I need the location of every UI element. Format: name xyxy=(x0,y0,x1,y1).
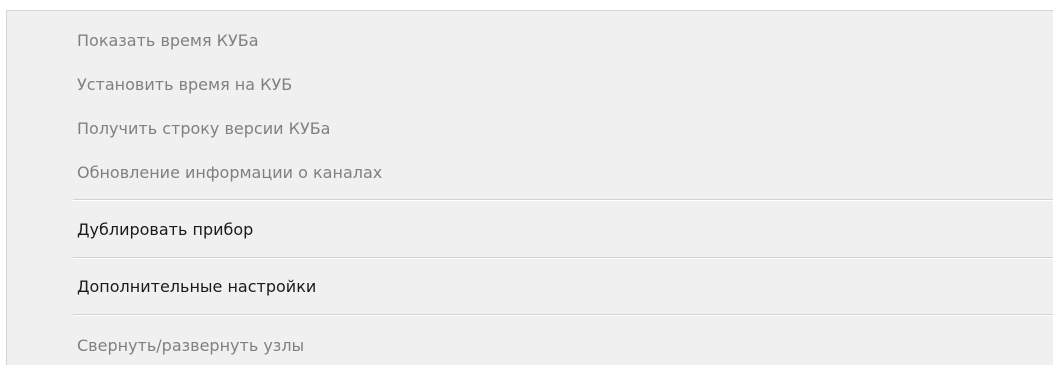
menu-item-set-cube-time[interactable]: Установить время на КУБ xyxy=(77,68,1053,102)
menu-separator xyxy=(73,257,1053,259)
menu-item-collapse-expand-nodes[interactable]: Свернуть/развернуть узлы xyxy=(77,329,1053,363)
menu-item-get-version-string[interactable]: Получить строку версии КУБа xyxy=(77,112,1053,146)
menu-item-show-cube-time[interactable]: Показать время КУБа xyxy=(77,24,1053,58)
context-menu: Показать время КУБа Установить время на … xyxy=(6,10,1053,365)
menu-separator xyxy=(73,314,1053,316)
menu-item-update-channel-info[interactable]: Обновление информации о каналах xyxy=(77,156,1053,190)
menu-item-duplicate-device[interactable]: Дублировать прибор xyxy=(77,213,1053,247)
menu-separator xyxy=(73,199,1053,201)
menu-item-advanced-settings[interactable]: Дополнительные настройки xyxy=(77,270,1053,304)
